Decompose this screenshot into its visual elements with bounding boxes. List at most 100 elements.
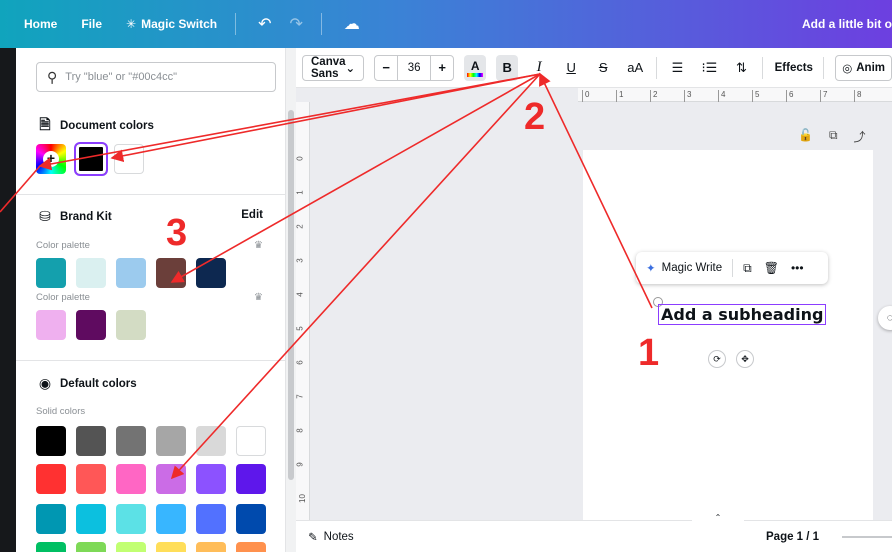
default-color-swatch[interactable]: [36, 426, 66, 456]
default-color-swatch[interactable]: [156, 426, 186, 456]
ruler-tick: 8: [854, 90, 861, 102]
ruler-tick: 4: [296, 292, 305, 297]
default-color-swatch[interactable]: [76, 426, 106, 456]
default-color-swatch[interactable]: [76, 464, 106, 494]
brand-color-swatch[interactable]: [76, 258, 106, 288]
step-number-3: 3: [166, 212, 188, 254]
page-indicator[interactable]: Page 1 / 1: [766, 531, 819, 543]
default-color-swatch[interactable]: [236, 504, 266, 534]
line-spacing-icon[interactable]: ⇅: [730, 55, 752, 81]
step-number-2: 2: [524, 96, 546, 138]
document-color-swatch-black[interactable]: [76, 144, 106, 174]
ruler-tick: 1: [616, 90, 623, 102]
rotate-icon[interactable]: ⟳: [708, 350, 726, 368]
magic-switch-button[interactable]: ✳ Magic Switch: [126, 17, 217, 31]
cloud-saved-icon[interactable]: ☁: [344, 14, 360, 34]
bullet-list-icon[interactable]: ⁝☰: [698, 55, 720, 81]
default-color-swatch[interactable]: [156, 464, 186, 494]
default-color-swatch[interactable]: [236, 464, 266, 494]
palette-icon: ◉: [38, 375, 52, 391]
brand-color-swatch[interactable]: [116, 258, 146, 288]
letter-case-button[interactable]: aA: [624, 55, 646, 81]
solid-colors-label: Solid colors: [36, 406, 86, 417]
vertical-ruler: 0 1 2 3 4 5 6 7 8 9 10: [296, 102, 310, 520]
bottom-bar: ⌃ ✎ Notes Page 1 / 1: [296, 513, 892, 552]
brand-color-swatch[interactable]: [76, 310, 106, 340]
brand-color-swatch[interactable]: [196, 258, 226, 288]
panel-scrollbar-thumb[interactable]: [288, 110, 294, 480]
brand-color-swatch[interactable]: [116, 310, 146, 340]
collapse-pages-handle[interactable]: ⌃: [692, 513, 744, 523]
trash-icon[interactable]: 🗑: [764, 261, 779, 275]
default-color-swatch[interactable]: [116, 504, 146, 534]
add-page-icon[interactable]: ⤴: [854, 128, 866, 145]
default-color-swatch[interactable]: [156, 542, 186, 552]
default-color-swatch[interactable]: [236, 426, 266, 456]
default-color-swatch[interactable]: [36, 504, 66, 534]
italic-button[interactable]: I: [528, 55, 550, 81]
crown-icon: ♛: [254, 292, 263, 303]
default-color-swatch[interactable]: [236, 542, 266, 552]
align-center-icon[interactable]: ☰: [666, 55, 688, 81]
default-color-swatch[interactable]: [76, 542, 106, 552]
ruler-tick: 9: [296, 462, 305, 467]
brand-kit-heading: ⛁ Brand Kit: [36, 208, 112, 225]
effects-button[interactable]: Effects: [775, 62, 813, 74]
canvas-workspace: 0 1 2 3 4 5 6 7 8 0 1 2 3 4 5 6 7 8 9 10 🔓 ⧉ ⤴ ✦ Magic Wri…: [296, 88, 892, 520]
brand-color-swatch[interactable]: [36, 258, 66, 288]
ruler-tick: 7: [296, 394, 305, 399]
top-bar: Home File ✳ Magic Switch ↶ ↷ ☁ Add a lit…: [0, 0, 892, 48]
plus-icon: +: [43, 151, 59, 167]
duplicate-page-icon[interactable]: ⧉: [829, 128, 838, 145]
assistant-bubble-icon[interactable]: ◌: [878, 306, 892, 330]
bold-button[interactable]: B: [496, 54, 519, 81]
brand-color-swatch[interactable]: [156, 258, 186, 288]
redo-icon[interactable]: ↷: [290, 14, 303, 34]
font-family-select[interactable]: Canva Sans ⌄: [302, 54, 365, 81]
default-color-swatch[interactable]: [196, 542, 226, 552]
notes-button[interactable]: ✎ Notes: [308, 530, 354, 544]
default-color-swatch[interactable]: [36, 542, 66, 552]
animate-button[interactable]: ◎ Anim: [835, 54, 892, 81]
zoom-slider[interactable]: [842, 536, 892, 538]
default-color-swatch[interactable]: [76, 504, 106, 534]
decrease-font-size-button[interactable]: −: [375, 60, 397, 75]
underline-button[interactable]: U: [560, 55, 582, 81]
increase-font-size-button[interactable]: +: [431, 60, 453, 75]
undo-icon[interactable]: ↶: [258, 14, 271, 34]
text-color-button[interactable]: A: [464, 54, 487, 81]
notes-label: Notes: [323, 530, 354, 543]
move-icon[interactable]: ✥: [736, 350, 754, 368]
brand-kit-edit-link[interactable]: Edit: [241, 209, 263, 221]
document-title[interactable]: Add a little bit o: [802, 0, 892, 48]
more-options-icon[interactable]: •••: [791, 261, 804, 275]
color-search-input[interactable]: [65, 71, 256, 83]
default-color-swatch[interactable]: [116, 426, 146, 456]
font-size-stepper: − 36 +: [374, 54, 455, 81]
document-color-swatch-white[interactable]: [114, 144, 144, 174]
add-color-button[interactable]: +: [36, 144, 66, 174]
default-color-swatch[interactable]: [36, 464, 66, 494]
subheading-text-box[interactable]: Add a subheading: [658, 304, 827, 325]
ruler-tick: 6: [296, 360, 305, 365]
home-button[interactable]: Home: [24, 17, 57, 31]
font-size-input[interactable]: 36: [397, 55, 432, 80]
duplicate-icon[interactable]: ⧉: [743, 261, 752, 276]
lock-icon[interactable]: 🔓: [798, 128, 813, 145]
magic-write-button[interactable]: Magic Write: [662, 262, 723, 274]
default-color-swatch[interactable]: [196, 504, 226, 534]
design-page[interactable]: [583, 150, 873, 520]
default-color-swatch[interactable]: [196, 464, 226, 494]
default-color-swatch[interactable]: [196, 426, 226, 456]
panel-divider: [16, 360, 285, 361]
default-color-swatch[interactable]: [116, 464, 146, 494]
color-search-box[interactable]: ⚲: [36, 62, 276, 92]
default-color-swatch[interactable]: [156, 504, 186, 534]
brand-color-swatch[interactable]: [36, 310, 66, 340]
color-palette-label: Color palette: [36, 292, 90, 303]
strikethrough-button[interactable]: S: [592, 55, 614, 81]
default-color-swatch[interactable]: [116, 542, 146, 552]
rainbow-color-bar: [467, 73, 484, 77]
file-menu[interactable]: File: [81, 17, 102, 31]
ruler-tick: 6: [786, 90, 793, 102]
